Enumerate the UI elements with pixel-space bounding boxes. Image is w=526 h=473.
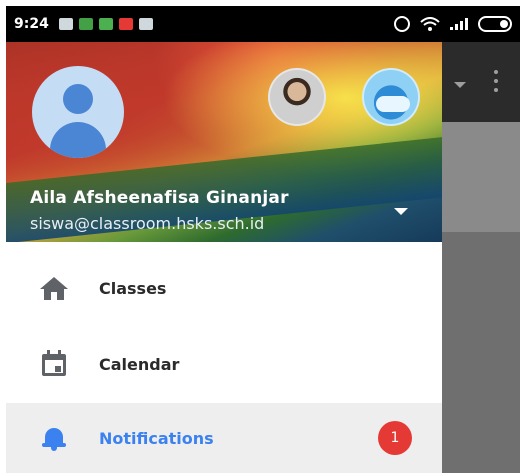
nav-item-label: Calendar	[99, 354, 180, 374]
phone-screen: 9:24 Aila Afsheenafisa Ginanjar siswa@cl…	[6, 6, 520, 473]
notification-count-badge: 1	[378, 421, 412, 455]
alarm-icon	[394, 16, 410, 32]
nav-item-label: Classes	[99, 278, 167, 298]
nav-item-classes[interactable]: Classes	[6, 250, 442, 326]
nav-item-calendar[interactable]: Calendar	[6, 326, 442, 402]
more-vert-icon	[494, 70, 498, 94]
account-email: siswa@classroom.hsks.sch.id	[30, 214, 265, 233]
account-header: Aila Afsheenafisa Ginanjar siswa@classro…	[6, 42, 442, 242]
account-name: Aila Afsheenafisa Ginanjar	[30, 188, 289, 208]
message-icon	[58, 18, 73, 30]
signal-icon	[450, 18, 468, 30]
avatar[interactable]	[32, 66, 124, 158]
background-scrim[interactable]	[442, 232, 520, 473]
status-right-icons	[394, 16, 512, 32]
bell-icon	[40, 424, 68, 452]
nav-item-label: Notifications	[99, 428, 214, 448]
notification-icons	[58, 18, 153, 30]
nav-item-notifications[interactable]: Notifications 1	[6, 403, 442, 473]
message-icon	[138, 18, 153, 30]
navigation-drawer: Aila Afsheenafisa Ginanjar siswa@classro…	[6, 42, 442, 473]
calendar-icon	[40, 350, 68, 378]
chevron-down-icon	[454, 82, 466, 88]
background-content	[442, 122, 520, 232]
classroom-icon	[78, 18, 93, 30]
secondary-account-avatar[interactable]	[362, 68, 420, 126]
status-bar: 9:24	[6, 6, 520, 42]
secondary-account-avatar[interactable]	[268, 68, 326, 126]
gmail-icon	[118, 18, 133, 30]
account-switcher-chevron-icon[interactable]	[394, 208, 408, 215]
download-icon	[98, 18, 113, 30]
battery-icon	[478, 16, 512, 32]
home-icon	[40, 274, 68, 302]
wifi-icon	[420, 17, 440, 31]
status-time: 9:24	[14, 16, 49, 32]
